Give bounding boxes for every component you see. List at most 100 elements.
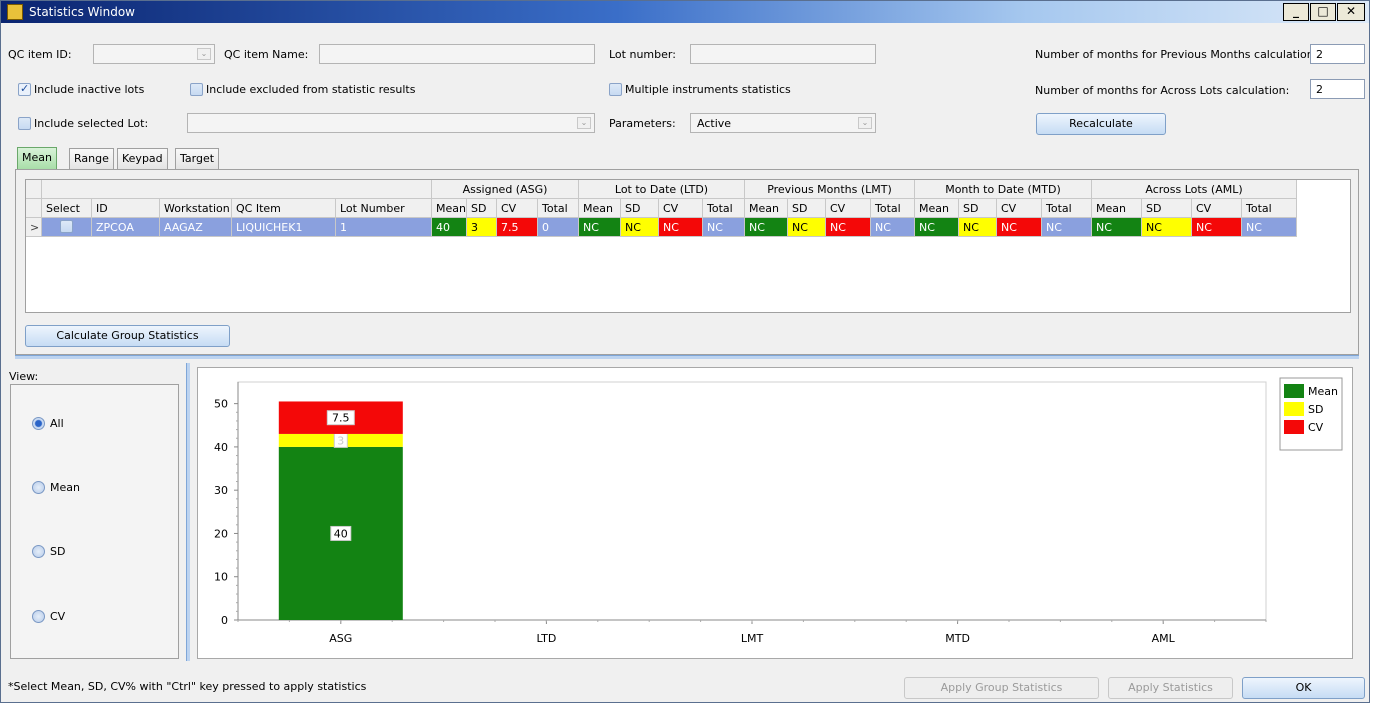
cell-asg-sd: 3 (467, 218, 497, 237)
cell-ltd-mean: NC (579, 218, 621, 237)
group-header: Previous Months (LMT) (745, 180, 915, 199)
y-tick-label: 0 (221, 614, 228, 627)
cell-qc-item: LIQUICHEK1 (232, 218, 336, 237)
row-select-checkbox[interactable] (60, 220, 73, 233)
x-tick-label: MTD (945, 632, 970, 645)
include-selected-lot-checkbox[interactable] (18, 117, 31, 130)
qc-item-id-combo[interactable]: ⌄ (93, 44, 215, 64)
group-header: Lot to Date (LTD) (579, 180, 745, 199)
across-lots-field[interactable]: 2 (1310, 79, 1365, 99)
group-header: Month to Date (MTD) (915, 180, 1092, 199)
include-inactive-checkbox[interactable]: ✓ (18, 82, 31, 96)
include-excluded-checkbox[interactable] (190, 83, 203, 96)
apply-statistics-button[interactable]: Apply Statistics (1108, 677, 1233, 699)
close-button[interactable]: ✕ (1337, 3, 1365, 21)
cell-workstation: AAGAZ (160, 218, 232, 237)
column-header: CV (1192, 199, 1242, 218)
column-header: Total (1042, 199, 1092, 218)
selected-lot-combo[interactable]: ⌄ (187, 113, 595, 133)
column-header: Lot Number (336, 199, 432, 218)
tab-mean[interactable]: Mean (17, 147, 57, 169)
recalculate-button[interactable]: Recalculate (1036, 113, 1166, 135)
view-sd-radio[interactable] (32, 545, 45, 558)
title-bar: Statistics Window _ □ ✕ (1, 1, 1369, 23)
cell-mtd-mean: NC (915, 218, 959, 237)
include-inactive-label: Include inactive lots (34, 83, 145, 96)
select-cell[interactable] (42, 218, 92, 237)
maximize-button[interactable]: □ (1310, 3, 1336, 21)
x-tick-label: LMT (741, 632, 764, 645)
tab-range[interactable]: Range (69, 148, 114, 169)
calculate-group-statistics-button[interactable]: Calculate Group Statistics (25, 325, 230, 347)
cell-lmt-mean: NC (745, 218, 788, 237)
cell-aml-total: NC (1242, 218, 1297, 237)
chart-panel: 0 10 20 30 40 50 ASG LTD LMT MTD AML 40 3 7.5 Mean SD CV (197, 367, 1353, 659)
grid-corner-2 (26, 199, 42, 218)
app-icon (7, 4, 23, 20)
cell-ltd-sd: NC (621, 218, 659, 237)
y-tick-label: 40 (214, 441, 228, 454)
group-header: Across Lots (AML) (1092, 180, 1297, 199)
cell-lmt-cv: NC (826, 218, 871, 237)
view-mean-radio[interactable] (32, 481, 45, 494)
column-header: SD (788, 199, 826, 218)
view-all-label: All (50, 417, 64, 430)
view-cv-radio[interactable] (32, 610, 45, 623)
y-tick-label: 10 (214, 571, 228, 584)
group-header-empty (42, 180, 432, 199)
column-header: CV (497, 199, 538, 218)
view-sd-label: SD (50, 545, 66, 558)
x-tick-label: AML (1152, 632, 1176, 645)
column-header: SD (467, 199, 497, 218)
parameters-combo[interactable]: Active ⌄ (690, 113, 876, 133)
tab-target[interactable]: Target (175, 148, 220, 169)
vertical-splitter[interactable] (186, 363, 190, 661)
include-excluded-label: Include excluded from statistic results (206, 83, 416, 96)
column-header: Mean (432, 199, 467, 218)
parameters-value: Active (697, 117, 732, 130)
cell-mtd-cv: NC (997, 218, 1042, 237)
splitter[interactable] (15, 355, 1359, 359)
qc-item-name-label: QC item Name: (224, 48, 309, 61)
view-all-radio[interactable] (32, 417, 45, 430)
minimize-button[interactable]: _ (1283, 3, 1309, 21)
column-header: ID (92, 199, 160, 218)
cell-asg-cv: 7.5 (497, 218, 538, 237)
stacked-bar-chart: 0 10 20 30 40 50 ASG LTD LMT MTD AML 40 3 7.5 Mean SD CV (214, 377, 1343, 645)
legend-swatch-sd (1284, 402, 1304, 416)
column-header: Mean (579, 199, 621, 218)
view-panel: All Mean SD CV (10, 384, 179, 659)
column-header: CV (826, 199, 871, 218)
statistics-window: Statistics Window _ □ ✕ QC item ID: ⌄ QC… (0, 0, 1370, 703)
across-lots-value: 2 (1316, 83, 1323, 96)
column-header: QC Item (232, 199, 336, 218)
x-tick-label: ASG (329, 632, 352, 645)
multiple-instruments-checkbox[interactable] (609, 83, 622, 96)
column-header: SD (1142, 199, 1192, 218)
qc-item-name-field[interactable] (319, 44, 595, 64)
prev-months-field[interactable]: 2 (1310, 44, 1365, 64)
column-header: Total (871, 199, 915, 218)
column-header: Total (538, 199, 579, 218)
ok-button[interactable]: OK (1242, 677, 1365, 699)
data-label: 7.5 (332, 412, 350, 425)
column-header: Select (42, 199, 92, 218)
chevron-down-icon: ⌄ (858, 117, 872, 129)
apply-group-statistics-button[interactable]: Apply Group Statistics (904, 677, 1099, 699)
legend-label: SD (1308, 403, 1323, 416)
cell-aml-sd: NC (1142, 218, 1192, 237)
include-selected-lot-label: Include selected Lot: (34, 117, 149, 130)
cell-mtd-sd: NC (959, 218, 997, 237)
footer-hint: *Select Mean, SD, CV% with "Ctrl" key pr… (8, 680, 367, 693)
statistics-grid: Select ID Workstation QC Item Lot Number Assi… (25, 179, 1351, 313)
across-lots-label: Number of months for Across Lots calcula… (1035, 84, 1290, 97)
tab-keypad[interactable]: Keypad (117, 148, 168, 169)
column-header: SD (959, 199, 997, 218)
column-header: Total (703, 199, 745, 218)
lot-number-field[interactable] (690, 44, 876, 64)
y-tick-label: 20 (214, 527, 228, 540)
column-header: Mean (915, 199, 959, 218)
chevron-down-icon: ⌄ (577, 117, 591, 129)
view-cv-label: CV (50, 610, 66, 623)
data-label: 40 (334, 527, 348, 540)
